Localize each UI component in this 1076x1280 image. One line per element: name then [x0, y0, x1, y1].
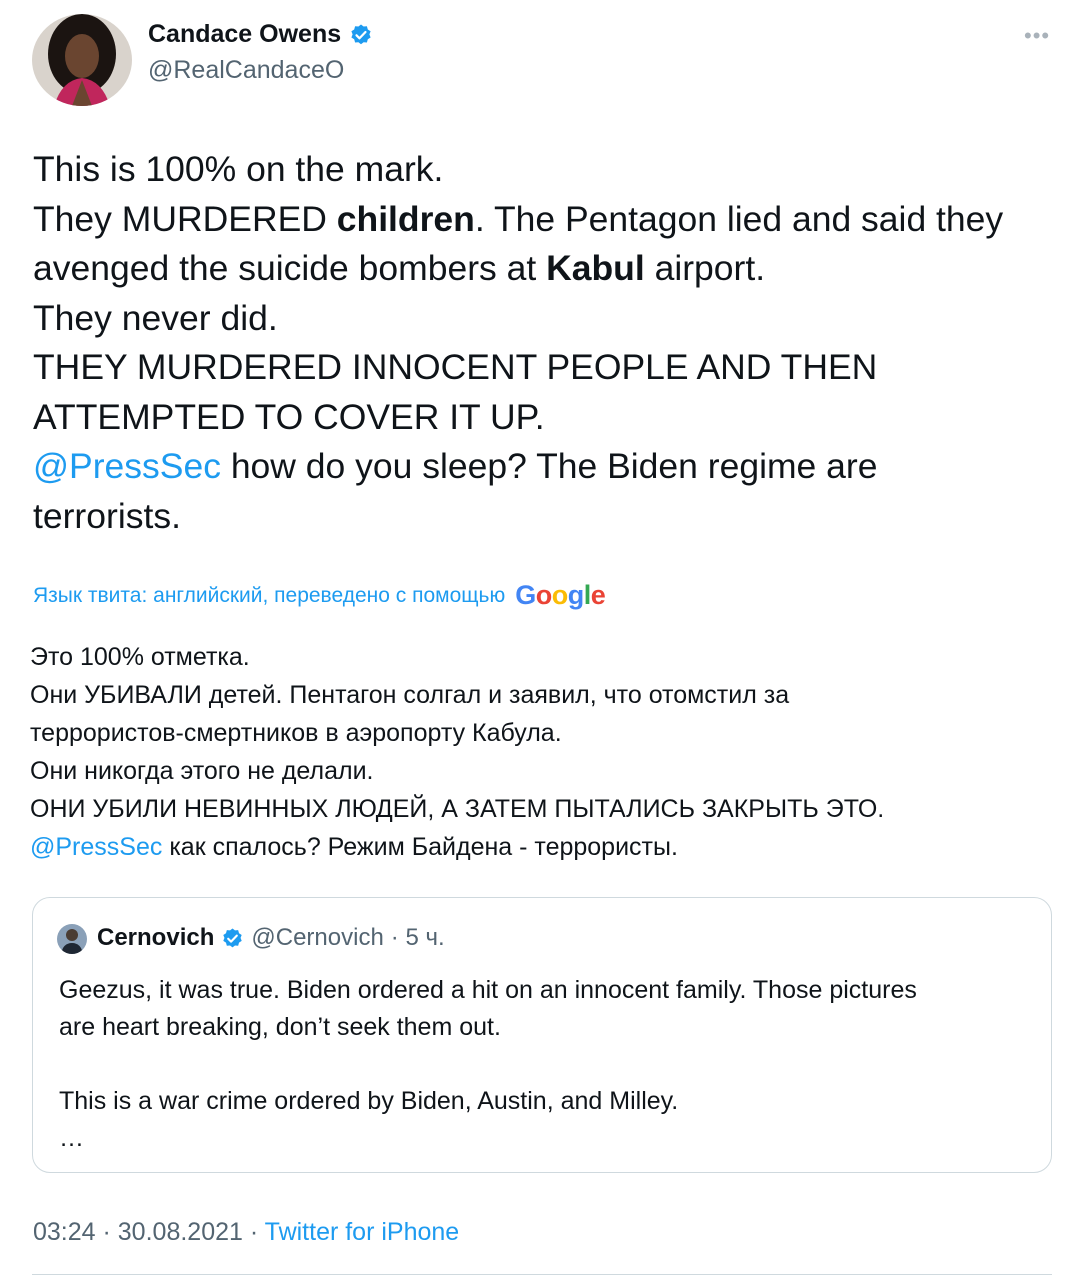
translated-text: Это 100% отметка. Они УБИВАЛИ детей. Пен… [30, 638, 1045, 866]
tweet-line: THEY MURDERED INNOCENT PEOPLE AND THEN [33, 343, 1048, 393]
text-segment: They MURDERED [33, 198, 337, 239]
author-avatar[interactable] [32, 14, 132, 106]
tweet-line: terrorists. [33, 492, 1048, 542]
tweet-source-link[interactable]: Twitter for iPhone [265, 1218, 460, 1246]
quoted-author-name: Cernovich [97, 924, 215, 951]
text-segment: . The Pentagon lied and said they [474, 198, 1004, 239]
translation-line: @PressSec как спалось? Режим Байдена - т… [30, 828, 1045, 866]
text-segment: Это 100% отметка. [30, 643, 250, 671]
translation-note-text: Язык твита: английский, переведено с пом… [33, 583, 506, 607]
translation-line: Это 100% отметка. [30, 638, 1045, 676]
quoted-author-row: Cernovich @Cernovich · 5 ч. [97, 924, 445, 952]
quoted-tweet-line: are heart breaking, don’t seek them out. [59, 1013, 501, 1041]
mention-link[interactable]: @PressSec [33, 446, 221, 486]
translation-note: Язык твита: английский, переведено с пом… [33, 580, 606, 611]
tweet-time[interactable]: 03:24 [33, 1218, 96, 1246]
quoted-author-avatar [57, 924, 87, 954]
tweet-date[interactable]: 30.08.2021 [118, 1218, 243, 1246]
verified-badge-icon [349, 23, 373, 47]
meta-separator: · [242, 1218, 265, 1246]
author-handle[interactable]: @RealCandaceO [148, 56, 344, 85]
text-segment: avenged the suicide bombers at [33, 248, 547, 288]
quoted-tweet-time: · 5 ч. [390, 924, 445, 951]
meta-separator: · [95, 1218, 118, 1246]
tweet-line: This is 100% on the mark. [33, 145, 1048, 195]
author-name[interactable]: Candace Owens [148, 20, 341, 49]
translation-line: ОНИ УБИЛИ НЕВИННЫХ ЛЮДЕЙ, А ЗАТЕМ ПЫТАЛИ… [30, 790, 1045, 828]
text-segment: террористов-смертников в аэропорту Кабул… [30, 719, 562, 747]
tweet-meta: 03:24 · 30.08.2021 · Twitter for iPhone [33, 1218, 459, 1247]
text-segment: They never did. [33, 297, 278, 338]
text-segment: Они никогда этого не делали. [30, 757, 374, 785]
bold-text: children [336, 198, 475, 239]
verified-badge-icon [221, 927, 244, 950]
text-segment: ATTEMPTED TO COVER IT UP. [33, 396, 545, 437]
google-logo: Google [515, 580, 606, 610]
tweet-line: They never did. [33, 294, 1048, 344]
translation-line: террористов-смертников в аэропорту Кабул… [30, 714, 1045, 752]
more-horizontal-icon[interactable]: ••• [1024, 25, 1050, 47]
divider [32, 1274, 1052, 1275]
text-segment: airport. [644, 248, 766, 288]
text-segment: how do you sleep? The Biden regime are [220, 446, 878, 486]
author-name-row[interactable]: Candace Owens [148, 20, 373, 49]
translation-line: Они никогда этого не делали. [30, 752, 1045, 790]
text-segment: Они УБИВАЛИ детей. Пентагон солгал и зая… [30, 681, 790, 709]
mention-link[interactable]: @PressSec [30, 833, 162, 861]
quoted-author-handle: @Cernovich [251, 924, 384, 951]
tweet-line: avenged the suicide bombers at Kabul air… [33, 244, 1048, 294]
text-segment: ОНИ УБИЛИ НЕВИННЫХ ЛЮДЕЙ, А ЗАТЕМ ПЫТАЛИ… [30, 795, 885, 823]
text-segment: THEY MURDERED INNOCENT PEOPLE AND THEN [33, 347, 878, 387]
quoted-tweet-card[interactable]: Cernovich @Cernovich · 5 ч. Geezus, it w… [32, 897, 1052, 1173]
quoted-tweet-line: Geezus, it was true. Biden ordered a hit… [59, 976, 917, 1004]
tweet-line: @PressSec how do you sleep? The Biden re… [33, 442, 1048, 492]
quoted-tweet-line: … [59, 1124, 84, 1152]
quoted-tweet-line: This is a war crime ordered by Biden, Au… [59, 1087, 679, 1115]
text-segment: This is 100% on the mark. [33, 149, 444, 189]
translation-line: Они УБИВАЛИ детей. Пентагон солгал и зая… [30, 676, 1045, 714]
tweet-line: They MURDERED children. The Pentagon lie… [33, 195, 1048, 245]
tweet-text: This is 100% on the mark. They MURDERED c… [33, 145, 1048, 541]
bold-text: Kabul [546, 248, 645, 288]
text-segment: как спалось? Режим Байдена - террористы. [162, 833, 678, 861]
quoted-tweet-text: Geezus, it was true. Biden ordered a hit… [59, 972, 1019, 1157]
tweet-detail: Candace Owens @RealCandaceO ••• This is … [0, 0, 1076, 1280]
text-segment: terrorists. [33, 495, 181, 536]
tweet-line: ATTEMPTED TO COVER IT UP. [33, 393, 1048, 443]
